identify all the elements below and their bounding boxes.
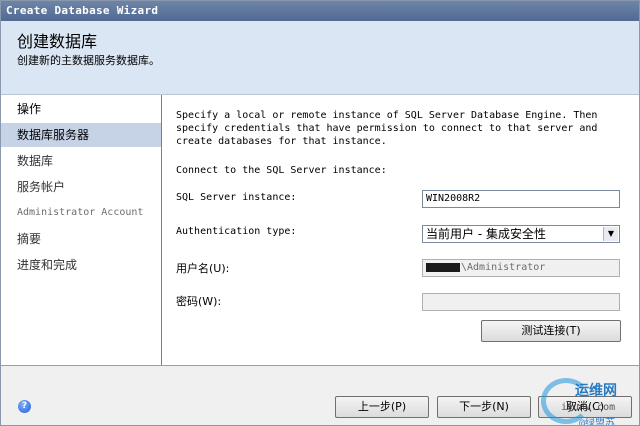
next-button[interactable]: 下一步(N) <box>437 396 531 418</box>
sidebar-item-database-server[interactable]: 数据库服务器 <box>1 123 161 147</box>
redaction-mark <box>426 262 460 272</box>
password-input <box>422 293 620 311</box>
chevron-down-icon[interactable]: ▼ <box>603 227 618 241</box>
username-input: \Administrator <box>422 259 620 277</box>
instructions-text: Specify a local or remote instance of SQ… <box>176 110 598 147</box>
watermark-text: 运维网 <box>575 383 617 399</box>
sidebar-item-service-account[interactable]: 服务帐户 <box>1 175 161 199</box>
auth-type-select[interactable]: 当前用户 - 集成安全性 ▼ <box>422 225 620 243</box>
username-label: 用户名(U): <box>176 262 230 275</box>
auth-type-label: Authentication type: <box>176 226 297 237</box>
wizard-header: 创建数据库 创建新的主数据服务数据库。 <box>1 21 639 95</box>
sidebar-item-administrator-account[interactable]: Administrator Account <box>1 201 161 225</box>
window-title: Create Database Wizard <box>1 1 639 21</box>
wizard-window: Create Database Wizard 创建数据库 创建新的主数据服务数据… <box>0 0 640 426</box>
auth-type-value: 当前用户 - 集成安全性 <box>426 227 546 241</box>
username-value: \Administrator <box>461 262 546 273</box>
sidebar-item-summary[interactable]: 摘要 <box>1 227 161 251</box>
sidebar-item-operation[interactable]: 操作 <box>1 97 161 121</box>
watermark-author: @绿盟苏 <box>579 418 616 426</box>
wizard-footer: ? 上一步(P) 下一步(N) 取消(C) 运维网 iyunv.com @绿盟苏 <box>1 365 639 426</box>
sql-instance-input[interactable]: WIN2008R2 <box>422 190 620 208</box>
password-label: 密码(W): <box>176 295 222 308</box>
wizard-steps-sidebar: 操作 数据库服务器 数据库 服务帐户 Administrator Account… <box>1 95 162 365</box>
page-subtitle: 创建新的主数据服务数据库。 <box>17 54 160 67</box>
back-button[interactable]: 上一步(P) <box>335 396 429 418</box>
sidebar-item-progress[interactable]: 进度和完成 <box>1 253 161 277</box>
main-content: Specify a local or remote instance of SQ… <box>162 95 639 365</box>
page-title: 创建数据库 <box>17 32 98 51</box>
instance-label: SQL Server instance: <box>176 192 297 203</box>
watermark-url: iyunv.com <box>561 402 616 413</box>
connect-label: Connect to the SQL Server instance: <box>176 165 387 176</box>
test-connection-button[interactable]: 测试连接(T) <box>481 320 621 342</box>
sidebar-item-database[interactable]: 数据库 <box>1 149 161 173</box>
help-icon[interactable]: ? <box>18 400 31 413</box>
